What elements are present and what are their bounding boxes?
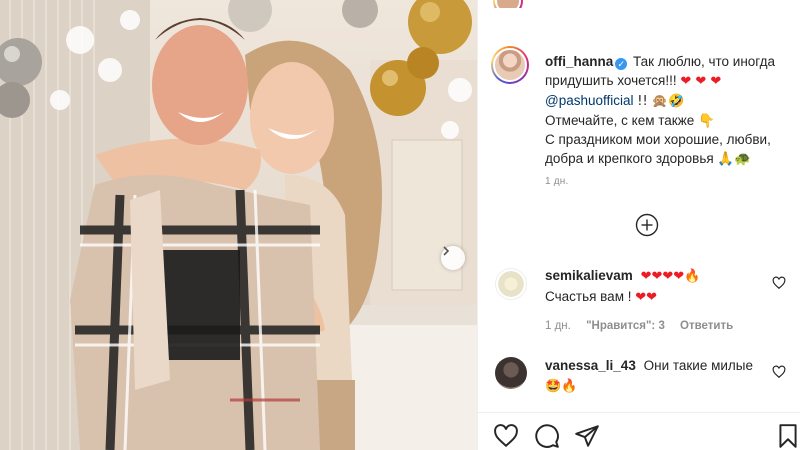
author-avatar[interactable] [491,46,529,84]
post-photo-illustration [0,0,477,450]
bookmark-icon[interactable] [775,423,800,449]
header-avatar[interactable] [493,0,523,8]
caption-mention[interactable]: @pashuofficial [545,93,634,108]
chevron-right-icon [443,246,450,256]
caption-line-4: С праздником мои хорошие, любви, добра и… [545,132,771,166]
caption-line-3: Отмечайте, с кем также 👇 [545,113,715,128]
plus-circle-icon[interactable] [635,213,659,237]
heart-outline-icon[interactable] [772,276,786,290]
heart-outline-icon[interactable] [772,365,786,379]
comment-item: vanessa_li_43 Они такие милые 🤩🔥 [545,356,770,397]
comment-emoji: 🤩🔥 [545,379,578,394]
paper-plane-icon[interactable] [574,423,600,449]
heart-outline-icon[interactable] [493,423,519,449]
post-caption: offi_hanna ✓ Так люблю, что иногда придуш… [545,52,790,168]
comment-emoji-2: ❤❤ [635,290,658,305]
verified-badge-icon: ✓ [615,58,628,70]
comment-timestamp[interactable]: 1 дн. [545,320,571,332]
caption-mention-suffix: !! 🙊🤣 [637,94,685,109]
comment-meta: 1 дн. "Нравится": 3 Ответить [545,320,745,332]
post-side-panel: offi_hanna ✓ Так люблю, что иногда придуш… [477,0,800,450]
comment-item: semikalievam ❤❤❤❤🔥 Счастья вам ! ❤❤ [545,266,770,308]
comment-like-count[interactable]: "Нравится": 3 [586,320,665,332]
comment-reply-button[interactable]: Ответить [680,320,733,332]
comment-text: Счастья вам ! [545,289,632,304]
commenter-avatar[interactable] [495,357,527,389]
comment-emoji: ❤❤❤❤🔥 [640,269,701,284]
post-photo[interactable] [0,0,477,450]
caption-hearts: ❤ ❤ ❤ [680,74,722,89]
comment-username[interactable]: semikalievam [545,268,633,283]
commenter-avatar[interactable] [495,268,527,300]
next-photo-button[interactable] [441,246,465,270]
comment-text: Они такие милые [643,358,754,373]
comment-bubble-icon[interactable] [534,423,560,449]
post-timestamp[interactable]: 1 дн. [545,176,568,187]
author-username[interactable]: offi_hanna [545,54,613,69]
post-action-bar [478,412,800,450]
comment-username[interactable]: vanessa_li_43 [545,358,636,373]
